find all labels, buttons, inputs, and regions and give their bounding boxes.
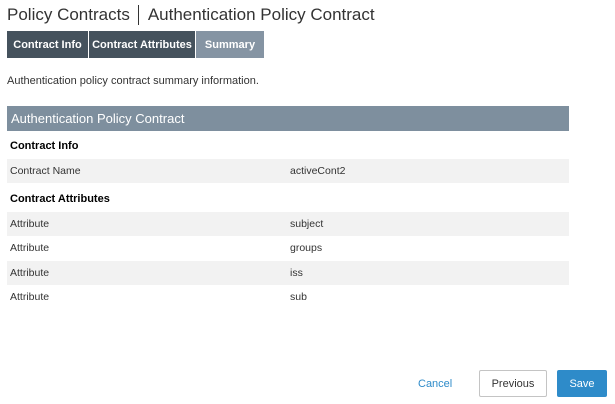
tab-contract-attributes[interactable]: Contract Attributes [89,31,195,58]
save-button[interactable]: Save [557,370,607,397]
section-header: Authentication Policy Contract [7,106,569,131]
row-value: iss [290,267,303,279]
tab-contract-info[interactable]: Contract Info [7,31,88,58]
previous-button[interactable]: Previous [479,370,547,397]
page-title: Authentication Policy Contract [147,5,375,24]
breadcrumb-parent: Policy Contracts [7,5,130,24]
table-row: Attribute iss [7,261,569,285]
page-header: Policy Contracts Authentication Policy C… [7,4,375,26]
wizard-tabs: Contract Info Contract Attributes Summar… [7,31,265,58]
row-label: Attribute [10,291,50,303]
table-row: Attribute sub [7,285,569,309]
table-row: Contract Name activeCont2 [7,159,569,183]
contract-info-heading: Contract Info [10,140,79,152]
row-value: subject [290,218,324,230]
row-value: groups [290,242,323,254]
row-label: Attribute [10,267,50,279]
table-row: Attribute groups [7,236,569,260]
row-label: Attribute [10,218,50,230]
breadcrumb-separator [137,5,139,25]
row-label: Attribute [10,242,50,254]
row-value: sub [290,291,307,303]
table-row: Attribute subject [7,212,569,236]
row-value: activeCont2 [290,165,346,177]
contract-attributes-heading: Contract Attributes [10,193,110,205]
cancel-button[interactable]: Cancel [418,371,452,397]
intro-text: Authentication policy contract summary i… [7,75,259,87]
row-label: Contract Name [10,165,81,177]
tab-summary[interactable]: Summary [196,31,264,58]
